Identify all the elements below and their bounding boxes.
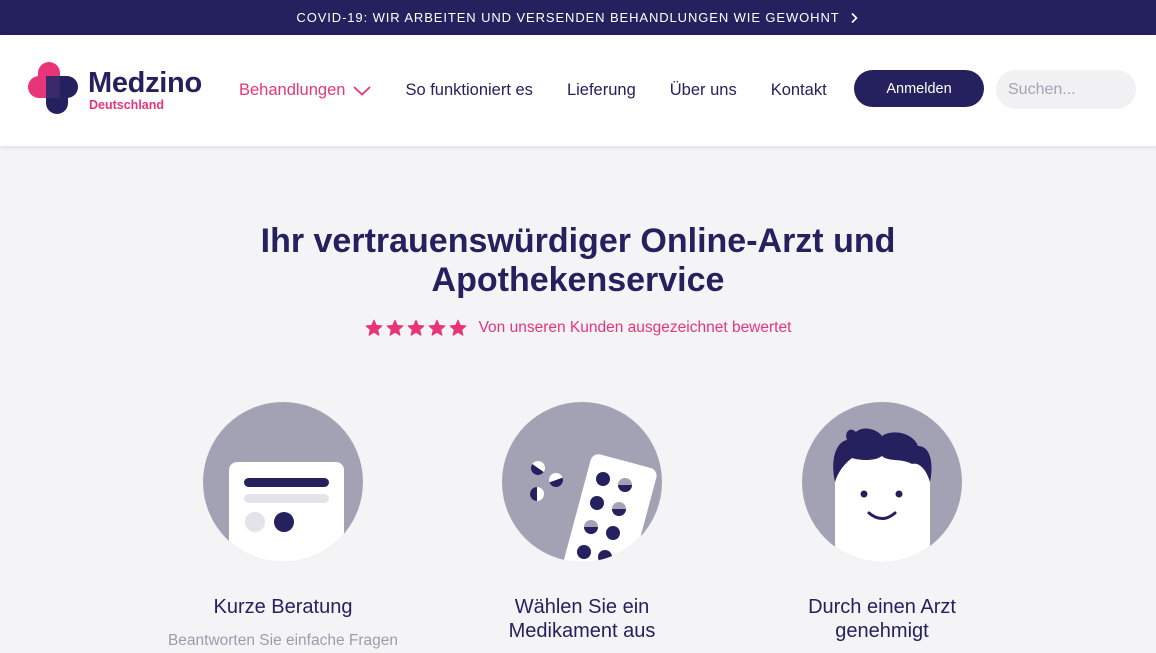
step-title: Wählen Sie ein Medikament aus [508, 596, 656, 642]
step-consultation: Kurze Beratung Beantworten Sie einfache … [163, 402, 403, 651]
nav-item-label: Über uns [669, 81, 737, 99]
nav-item-ueber-uns[interactable]: Über uns [670, 81, 737, 100]
site-header: Medzino Deutschland Behandlungen So funk… [0, 35, 1156, 146]
doctor-face-icon [802, 402, 962, 562]
nav-item-lieferung[interactable]: Lieferung [567, 81, 636, 100]
star-icon [365, 319, 382, 336]
login-button[interactable]: Anmelden [854, 70, 984, 107]
nav-item-label: Lieferung [566, 81, 636, 99]
search-input[interactable] [996, 70, 1136, 109]
covid-banner-text: COVID-19: WIR ARBEITEN UND VERSENDEN BEH… [296, 10, 840, 25]
nav-item-so-funktioniert-es[interactable]: So funktioniert es [405, 81, 533, 100]
rating-text: Von unseren Kunden ausgezeichnet bewerte… [478, 319, 792, 336]
hero-title: Ihr vertrauenswürdiger Online-Arzt und A… [260, 222, 896, 299]
pill-blister-icon [502, 402, 662, 562]
step-title: Kurze Beratung [213, 596, 353, 618]
main-nav: Behandlungen So funktioniert es Lieferun… [239, 35, 861, 146]
star-icon [386, 319, 403, 336]
star-icon [449, 319, 466, 336]
star-icon [428, 319, 445, 336]
customer-rating: Von unseren Kunden ausgezeichnet bewerte… [0, 319, 1156, 337]
medzino-cross-logo-icon [28, 62, 78, 114]
nav-item-label: Kontakt [770, 81, 827, 99]
logo-title: Medzino [88, 67, 202, 99]
nav-item-label: Behandlungen [239, 81, 346, 99]
step-doctor-approved: Durch einen Arzt genehmigt [762, 402, 1002, 643]
chevron-down-icon [353, 85, 372, 96]
rating-stars [365, 319, 470, 337]
covid-banner[interactable]: COVID-19: WIR ARBEITEN UND VERSENDEN BEH… [0, 0, 1156, 35]
step-title: Durch einen Arzt genehmigt [808, 596, 956, 642]
nav-item-kontakt[interactable]: Kontakt [771, 81, 827, 100]
step-choose-medication: Wählen Sie ein Medikament aus [462, 402, 702, 643]
nav-item-behandlungen[interactable]: Behandlungen [239, 81, 372, 100]
logo-subtitle: Deutschland [89, 98, 165, 112]
nav-item-label: So funktioniert es [405, 81, 533, 99]
logo[interactable]: Medzino Deutschland [28, 62, 218, 114]
star-icon [407, 319, 424, 336]
step-description: Beantworten Sie einfache Fragen [167, 632, 399, 649]
consultation-form-icon [203, 402, 363, 562]
chevron-right-icon [851, 12, 858, 23]
